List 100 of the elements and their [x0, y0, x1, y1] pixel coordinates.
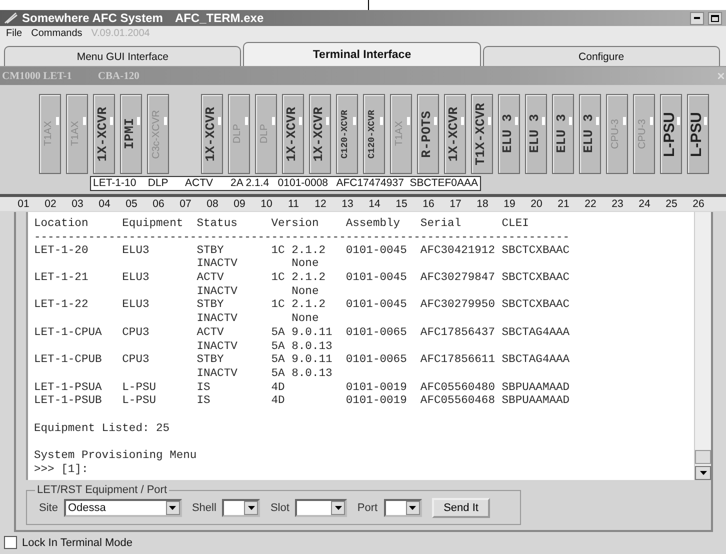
- status-led: [650, 117, 653, 125]
- slot-number: 01: [16, 198, 30, 210]
- terminal-line: INACTV 5A 8.0.13: [196, 368, 334, 382]
- terminal-header: Location Equipment Status Version Assembly Serial CLEI: [34, 218, 530, 232]
- maximize-button[interactable]: [708, 12, 722, 24]
- module-card[interactable]: IPMI: [120, 94, 142, 174]
- shelf-type: CBA-120: [98, 70, 140, 82]
- terminal-rule: -------------------------------------------------------------------------------: [34, 232, 571, 245]
- module-tooltip: LET-1-10 DLP ACTV 2A 2.1.4 0101-0008 AFC17474937 SBCTEF0AAA: [90, 176, 482, 191]
- module-label: 1X-XCVR: [446, 106, 460, 162]
- dropdown-field[interactable]: [222, 499, 260, 517]
- slot-number: 25: [664, 198, 678, 210]
- module-label: C120-XCVR: [340, 110, 350, 158]
- module-card[interactable]: R-POTS: [417, 94, 439, 174]
- slot-number: 18: [476, 198, 490, 210]
- slot-number: 16: [422, 198, 436, 210]
- terminal-line: LET-1-21 ELU3 ACTV 1C 2.1.2 0101-0045 AFC30279847 SBCTCXBAAC: [34, 272, 571, 286]
- dropdown-field[interactable]: [384, 499, 422, 517]
- status-led: [596, 117, 599, 125]
- group-title: LET/RST Equipment / Port: [36, 484, 168, 496]
- module-card[interactable]: ELU 3: [525, 94, 547, 174]
- menu-item[interactable]: Commands: [31, 28, 82, 38]
- module-label: ELU 3: [526, 114, 542, 154]
- slot-number: 08: [206, 198, 220, 210]
- module-card[interactable]: 1X-XCVR: [282, 94, 304, 174]
- minimize-button[interactable]: [690, 12, 704, 24]
- module-card[interactable]: 1X-XCVR: [309, 94, 331, 174]
- module-card[interactable]: C120-XCVR: [336, 94, 358, 174]
- module-card[interactable]: ELU 3: [579, 94, 601, 174]
- terminal-line: LET-1-CPUB CPU3 STBY 5A 9.0.11 0101-0065 AFC17856611 SBCTAG4AAA: [34, 354, 571, 368]
- module-card[interactable]: 1X-XCVR: [444, 94, 466, 174]
- send-button[interactable]: Send It: [432, 498, 490, 518]
- module-card[interactable]: C120-XCVR: [363, 94, 385, 174]
- module-card[interactable]: L-PSU: [660, 94, 682, 174]
- module-card[interactable]: L-PSU: [687, 94, 709, 174]
- window-title: Somewhere AFC System: [22, 11, 163, 25]
- dropdown-field[interactable]: [295, 499, 348, 517]
- module-label: T1X-XCVR: [472, 102, 488, 166]
- slot-number: 19: [502, 198, 516, 210]
- checkbox-label[interactable]: Lock In Terminal Mode: [22, 536, 132, 548]
- scroll-down-button[interactable]: [695, 466, 711, 480]
- dropdown-field[interactable]: Odessa: [64, 499, 182, 517]
- status-led: [461, 117, 464, 125]
- menu-item[interactable]: File: [6, 28, 22, 38]
- terminal-line: LET-1-PSUA L-PSU IS 4D 0101-0019 AFC05560480 SBPUAAMAAD: [34, 382, 571, 396]
- status-led: [56, 117, 59, 125]
- minimize-icon: [694, 17, 700, 19]
- terminal-line: Equipment Listed: 25: [34, 422, 171, 436]
- status-led: [623, 117, 626, 125]
- module-label: ELU 3: [554, 114, 568, 154]
- module-card[interactable]: ELU 3: [552, 94, 574, 174]
- maximize-icon: [711, 14, 719, 22]
- terminal-line: LET-1-20 ELU3 STBY 1C 2.1.2 0101-0045 AFC30421912 SBCTCXBAAC: [34, 244, 571, 258]
- scrollbar[interactable]: [694, 212, 711, 480]
- slot-number: 10: [260, 198, 274, 210]
- module-label: L-PSU: [688, 112, 704, 156]
- slot-number: 26: [692, 198, 706, 210]
- field-label: Site: [39, 502, 58, 514]
- window-subtitle: AFC_TERM.exe: [174, 11, 264, 25]
- slot-number: 17: [448, 198, 462, 210]
- scroll-thumb[interactable]: [695, 450, 711, 464]
- shelf-name: CM1000 LET-1: [2, 70, 72, 82]
- slot-number: 23: [610, 198, 624, 210]
- slot-number: 21: [556, 198, 570, 210]
- status-led: [380, 117, 383, 125]
- caret-icon: [334, 506, 342, 510]
- tab[interactable]: Configure: [482, 46, 720, 66]
- module-label: IPMI: [122, 118, 136, 150]
- status-led: [677, 117, 680, 125]
- module-label: 1X-XCVR: [310, 106, 326, 162]
- status-led: [137, 117, 140, 125]
- status-led: [569, 117, 572, 125]
- status-led: [542, 117, 545, 125]
- terminal-line: LET-1-PSUB L-PSU IS 4D 0101-0019 AFC05560468 SBPUAAMAAD: [34, 395, 571, 409]
- module-card[interactable]: ELU 3: [498, 94, 520, 174]
- caret-icon: [409, 506, 416, 510]
- slot-number: 14: [368, 198, 382, 210]
- caret-icon: [248, 506, 255, 510]
- slot-number: 07: [178, 198, 192, 210]
- terminal-prompt: >>> [1]:: [34, 464, 90, 478]
- module-card[interactable]: 1X-XCVR: [93, 94, 115, 174]
- checkbox[interactable]: [4, 536, 17, 549]
- terminal-line: System Provisioning Menu: [34, 450, 198, 464]
- field-label: Port: [357, 502, 378, 514]
- module-card[interactable]: 1X-XCVR: [201, 94, 223, 174]
- module-label: ELU 3: [580, 114, 596, 154]
- status-led: [488, 117, 491, 125]
- module-label: 1X-XCVR: [94, 106, 110, 162]
- slot-number: 09: [232, 198, 246, 210]
- caret-icon: [700, 471, 706, 475]
- module-label: R-POTS: [418, 110, 434, 158]
- slot-number: 22: [584, 198, 598, 210]
- module-card[interactable]: T1X-XCVR: [471, 94, 493, 174]
- status-led: [515, 117, 518, 125]
- module-label: ELU 3: [500, 114, 514, 154]
- slot-number: 02: [44, 198, 58, 210]
- tab[interactable]: Menu GUI Interface: [4, 46, 242, 66]
- tab[interactable]: Terminal Interface: [243, 42, 481, 66]
- slot-number: 15: [394, 198, 408, 210]
- caret-icon: [169, 506, 176, 510]
